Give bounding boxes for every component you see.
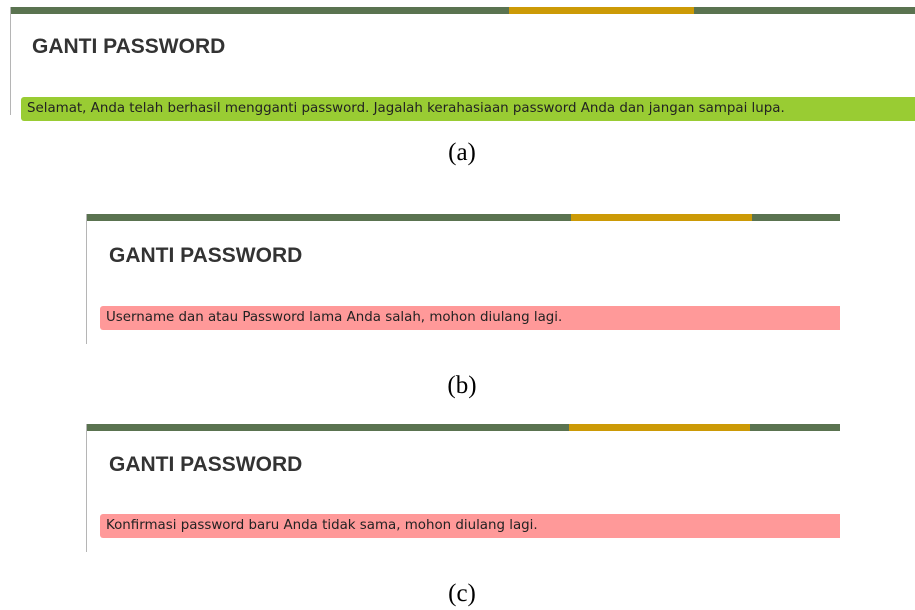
page-title: GANTI PASSWORD (109, 453, 303, 476)
figure: GANTI PASSWORD Selamat, Anda telah berha… (0, 0, 915, 610)
error-message: Konfirmasi password baru Anda tidak sama… (100, 514, 840, 538)
panel-top-bar-accent (571, 214, 752, 221)
error-message: Username dan atau Password lama Anda sal… (100, 306, 840, 330)
success-message: Selamat, Anda telah berhasil mengganti p… (21, 97, 915, 121)
panel-top-bar-accent (509, 7, 694, 14)
page-title: GANTI PASSWORD (32, 35, 226, 58)
caption-a: (a) (448, 139, 476, 166)
page-title: GANTI PASSWORD (109, 244, 303, 267)
panel-top-bar (11, 7, 915, 14)
change-password-panel-mismatch: GANTI PASSWORD Konfirmasi password baru … (86, 424, 840, 552)
panel-top-bar (87, 214, 840, 221)
caption-b: (b) (447, 372, 477, 399)
change-password-panel-success: GANTI PASSWORD Selamat, Anda telah berha… (10, 7, 915, 121)
panel-top-bar-accent (569, 424, 750, 431)
change-password-panel-wrong-credentials: GANTI PASSWORD Username dan atau Passwor… (86, 214, 840, 344)
caption-c: (c) (448, 580, 476, 607)
panel-top-bar (87, 424, 840, 431)
